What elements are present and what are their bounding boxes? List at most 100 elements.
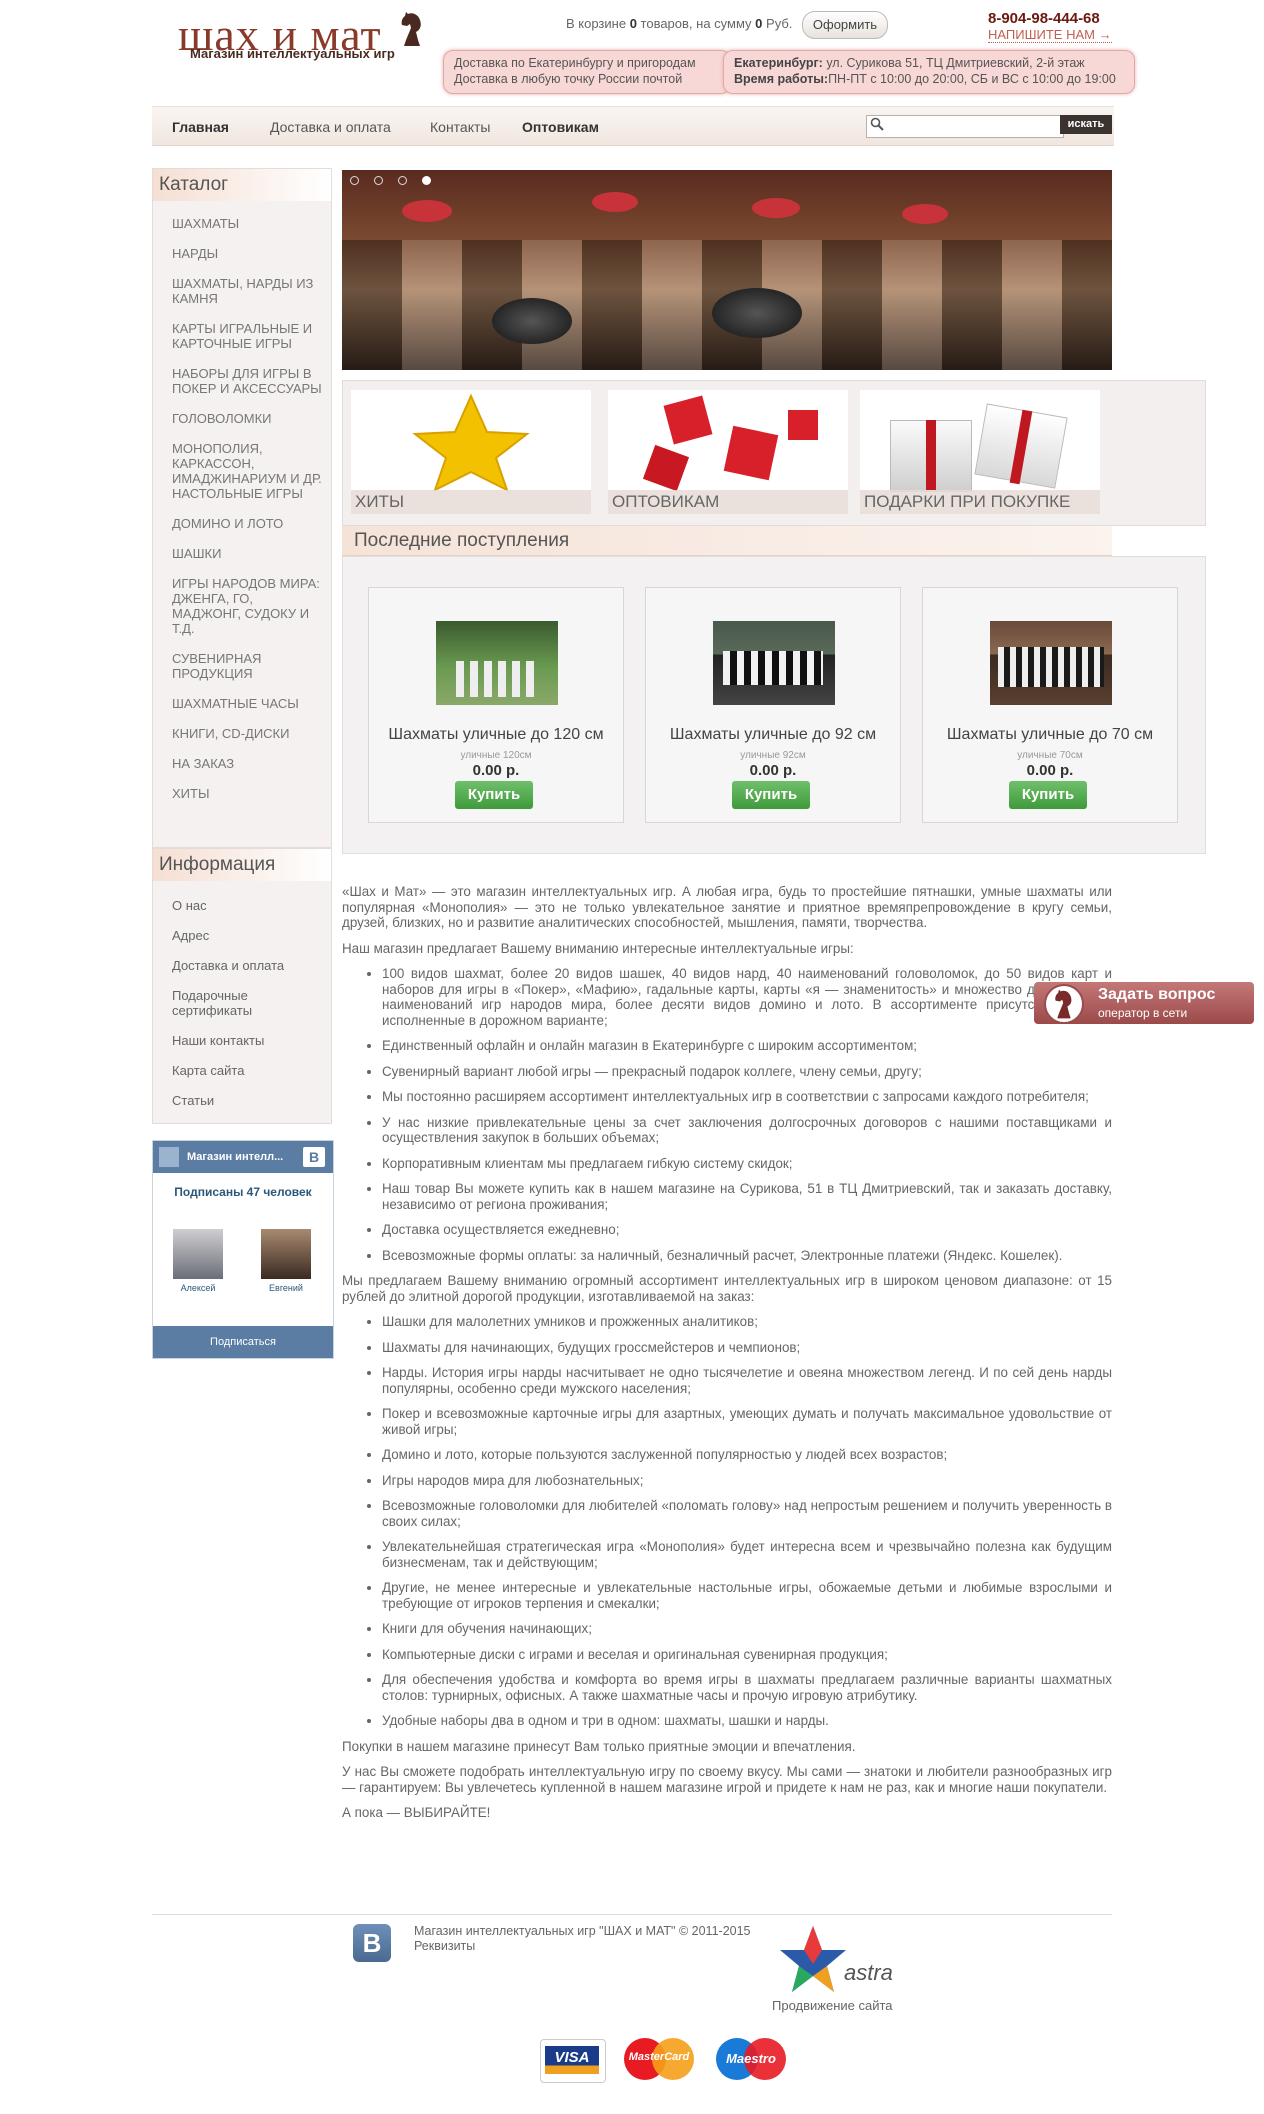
info-item[interactable]: Адрес [152,928,332,943]
info-item[interactable]: Доставка и оплата [152,958,332,973]
ask-question-widget[interactable]: Задать вопрос оператор в сети [1034,982,1254,1024]
nav-home[interactable]: Главная [172,119,229,135]
catalog-item[interactable]: Наборы для игры в покер и аксессуары [152,366,332,396]
product-price: 0.00 р. [1026,762,1074,779]
catalog-item[interactable]: Головоломки [152,411,332,426]
cart-summary: В корзине 0 товаров, на сумму 0 Руб. [566,16,793,31]
promo-gifts[interactable]: Подарки при покупке [860,390,1100,514]
avatar[interactable] [261,1229,311,1279]
catalog-item[interactable]: Нарды [152,246,332,261]
list-item: Другие, не менее интересные и увлекатель… [382,1580,1112,1611]
store-address: Екатеринбург: ул. Сурикова 51, ТЦ Дмитри… [734,56,1085,70]
list-item: Домино и лото, которые пользуются заслуж… [382,1447,1112,1463]
product-title[interactable]: Шахматы уличные до 70 см [923,726,1177,744]
delivery-line-2: Доставка в любую точку России почтой [454,72,683,86]
vk-user-name[interactable]: Евгений [261,1283,311,1293]
catalog-item[interactable]: Монополия, Каркассон, Имаджинариум и др.… [152,441,332,501]
catalog-title: Каталог [153,169,331,201]
list-item: Наш товар Вы можете купить как в нашем м… [382,1181,1112,1212]
vk-group-name[interactable]: Магазин интелл... [187,1151,283,1163]
catalog-item[interactable]: Сувенирная продукция [152,651,332,681]
list-item: Удобные наборы два в одном и три в одном… [382,1713,1112,1729]
vk-subscribers[interactable]: Подписаны 47 человек [153,1185,333,1199]
product-image[interactable] [713,621,835,705]
vk-icon[interactable]: В [353,1924,391,1962]
article-paragraph: А пока — ВЫБИРАЙТЕ! [342,1805,491,1820]
hero-slider[interactable] [342,170,1112,370]
avatar[interactable] [173,1229,223,1279]
product-image[interactable] [436,621,558,705]
list-item: Шахматы для начинающих, будущих гроссмей… [382,1340,1112,1356]
catalog-item[interactable]: Шахматные часы [152,696,332,711]
product-price: 0.00 р. [749,762,797,779]
vk-subscribe-button[interactable]: Подписаться [153,1326,333,1358]
catalog-item[interactable]: Домино и лото [152,516,332,531]
catalog-item[interactable]: Карты игральные и карточные игры [152,321,332,351]
list-item: Игры народов мира для любознательных; [382,1473,1112,1489]
site-promotion-link[interactable]: Продвижение сайта [772,1998,893,2013]
list-item: Для обеспечения удобства и комфорта во в… [382,1672,1112,1703]
vk-icon: В [303,1147,325,1167]
footer-info: Магазин интеллектуальных игр "ШАХ и МАТ"… [414,1924,751,1954]
nav-contacts[interactable]: Контакты [430,119,490,135]
vk-widget-header: Магазин интелл... В [153,1141,333,1173]
catalog-item[interactable]: Хиты [152,786,332,801]
write-us-link[interactable]: Напишите нам → [988,27,1112,43]
promo-hits[interactable]: Хиты [351,390,591,514]
logo-subtitle: Магазин интеллектуальных игр [190,46,395,61]
percent-cube-icon [642,444,690,492]
article-paragraph: У нас Вы сможете подобрать интеллектуаль… [342,1764,1112,1795]
percent-cube-icon [788,410,818,440]
catalog-item[interactable]: На заказ [152,756,332,771]
catalog-item[interactable]: Шахматы [152,216,332,231]
slider-dot-active[interactable] [422,176,431,185]
product-card: Шахматы уличные до 120 см уличные 120см … [368,587,624,823]
info-item[interactable]: Наши контакты [152,1033,332,1048]
checkout-button[interactable]: Оформить [802,11,888,39]
list-item: Единственный офлайн и онлайн магазин в Е… [382,1038,1112,1054]
article-paragraph: Наш магазин предлагает Вашему вниманию и… [342,940,854,956]
slider-dot[interactable] [350,176,359,185]
search-input[interactable] [866,115,1064,138]
nav-delivery[interactable]: Доставка и оплата [270,119,391,135]
catalog-item[interactable]: Шахматы, нарды из камня [152,276,332,306]
checker-piece [402,200,452,222]
latest-title: Последние поступления [342,526,1112,556]
buy-button[interactable]: Купить [1009,781,1087,809]
buy-button[interactable]: Купить [732,781,810,809]
knight-logo-icon [401,12,421,46]
article-paragraph: Покупки в нашем магазине принесут Вам то… [342,1738,856,1754]
catalog-item[interactable]: Шашки [152,546,332,561]
checker-piece [492,298,572,344]
slider-dot[interactable] [398,176,407,185]
info-item[interactable]: О нас [152,898,332,913]
promo-label: Подарки при покупке [860,490,1100,514]
article-paragraph: Мы предлагаем Вашему вниманию огромный а… [342,1273,1112,1304]
requisites-link[interactable]: Реквизиты [414,1939,751,1954]
slider-dot[interactable] [374,176,383,185]
buy-button[interactable]: Купить [455,781,533,809]
vk-user-name[interactable]: Алексей [173,1283,223,1293]
article-list: 100 видов шахмат, более 20 видов шашек, … [342,966,1112,1263]
astra-logo[interactable]: astra [778,1924,893,1996]
product-image[interactable] [990,621,1112,705]
maestro-logo: Maestro [716,2036,786,2082]
visa-text: VISA [545,2046,599,2074]
promo-wholesale[interactable]: Оптовикам [608,390,848,514]
info-title: Информация [153,849,331,881]
store-info: Екатеринбург: ул. Сурикова 51, ТЦ Дмитри… [723,50,1135,94]
info-item[interactable]: Карта сайта [152,1063,332,1078]
search-button[interactable]: искать [1060,115,1112,134]
footer-divider [152,1914,1112,1915]
percent-cube-icon [723,425,779,481]
product-title[interactable]: Шахматы уличные до 92 см [646,726,900,744]
nav-wholesale[interactable]: Оптовикам [522,119,599,135]
info-item[interactable]: Подарочные сертификаты [152,988,292,1018]
catalog-item[interactable]: Игры народов мира: Дженга, Го, Маджонг, … [152,576,332,636]
catalog-item[interactable]: Книги, CD-диски [152,726,332,741]
info-item[interactable]: Статьи [152,1093,332,1108]
product-title[interactable]: Шахматы уличные до 120 см [369,726,623,744]
checker-piece [592,192,638,212]
list-item: Доставка осуществляется ежедневно; [382,1222,1112,1238]
maestro-text: Maestro [726,2051,776,2066]
